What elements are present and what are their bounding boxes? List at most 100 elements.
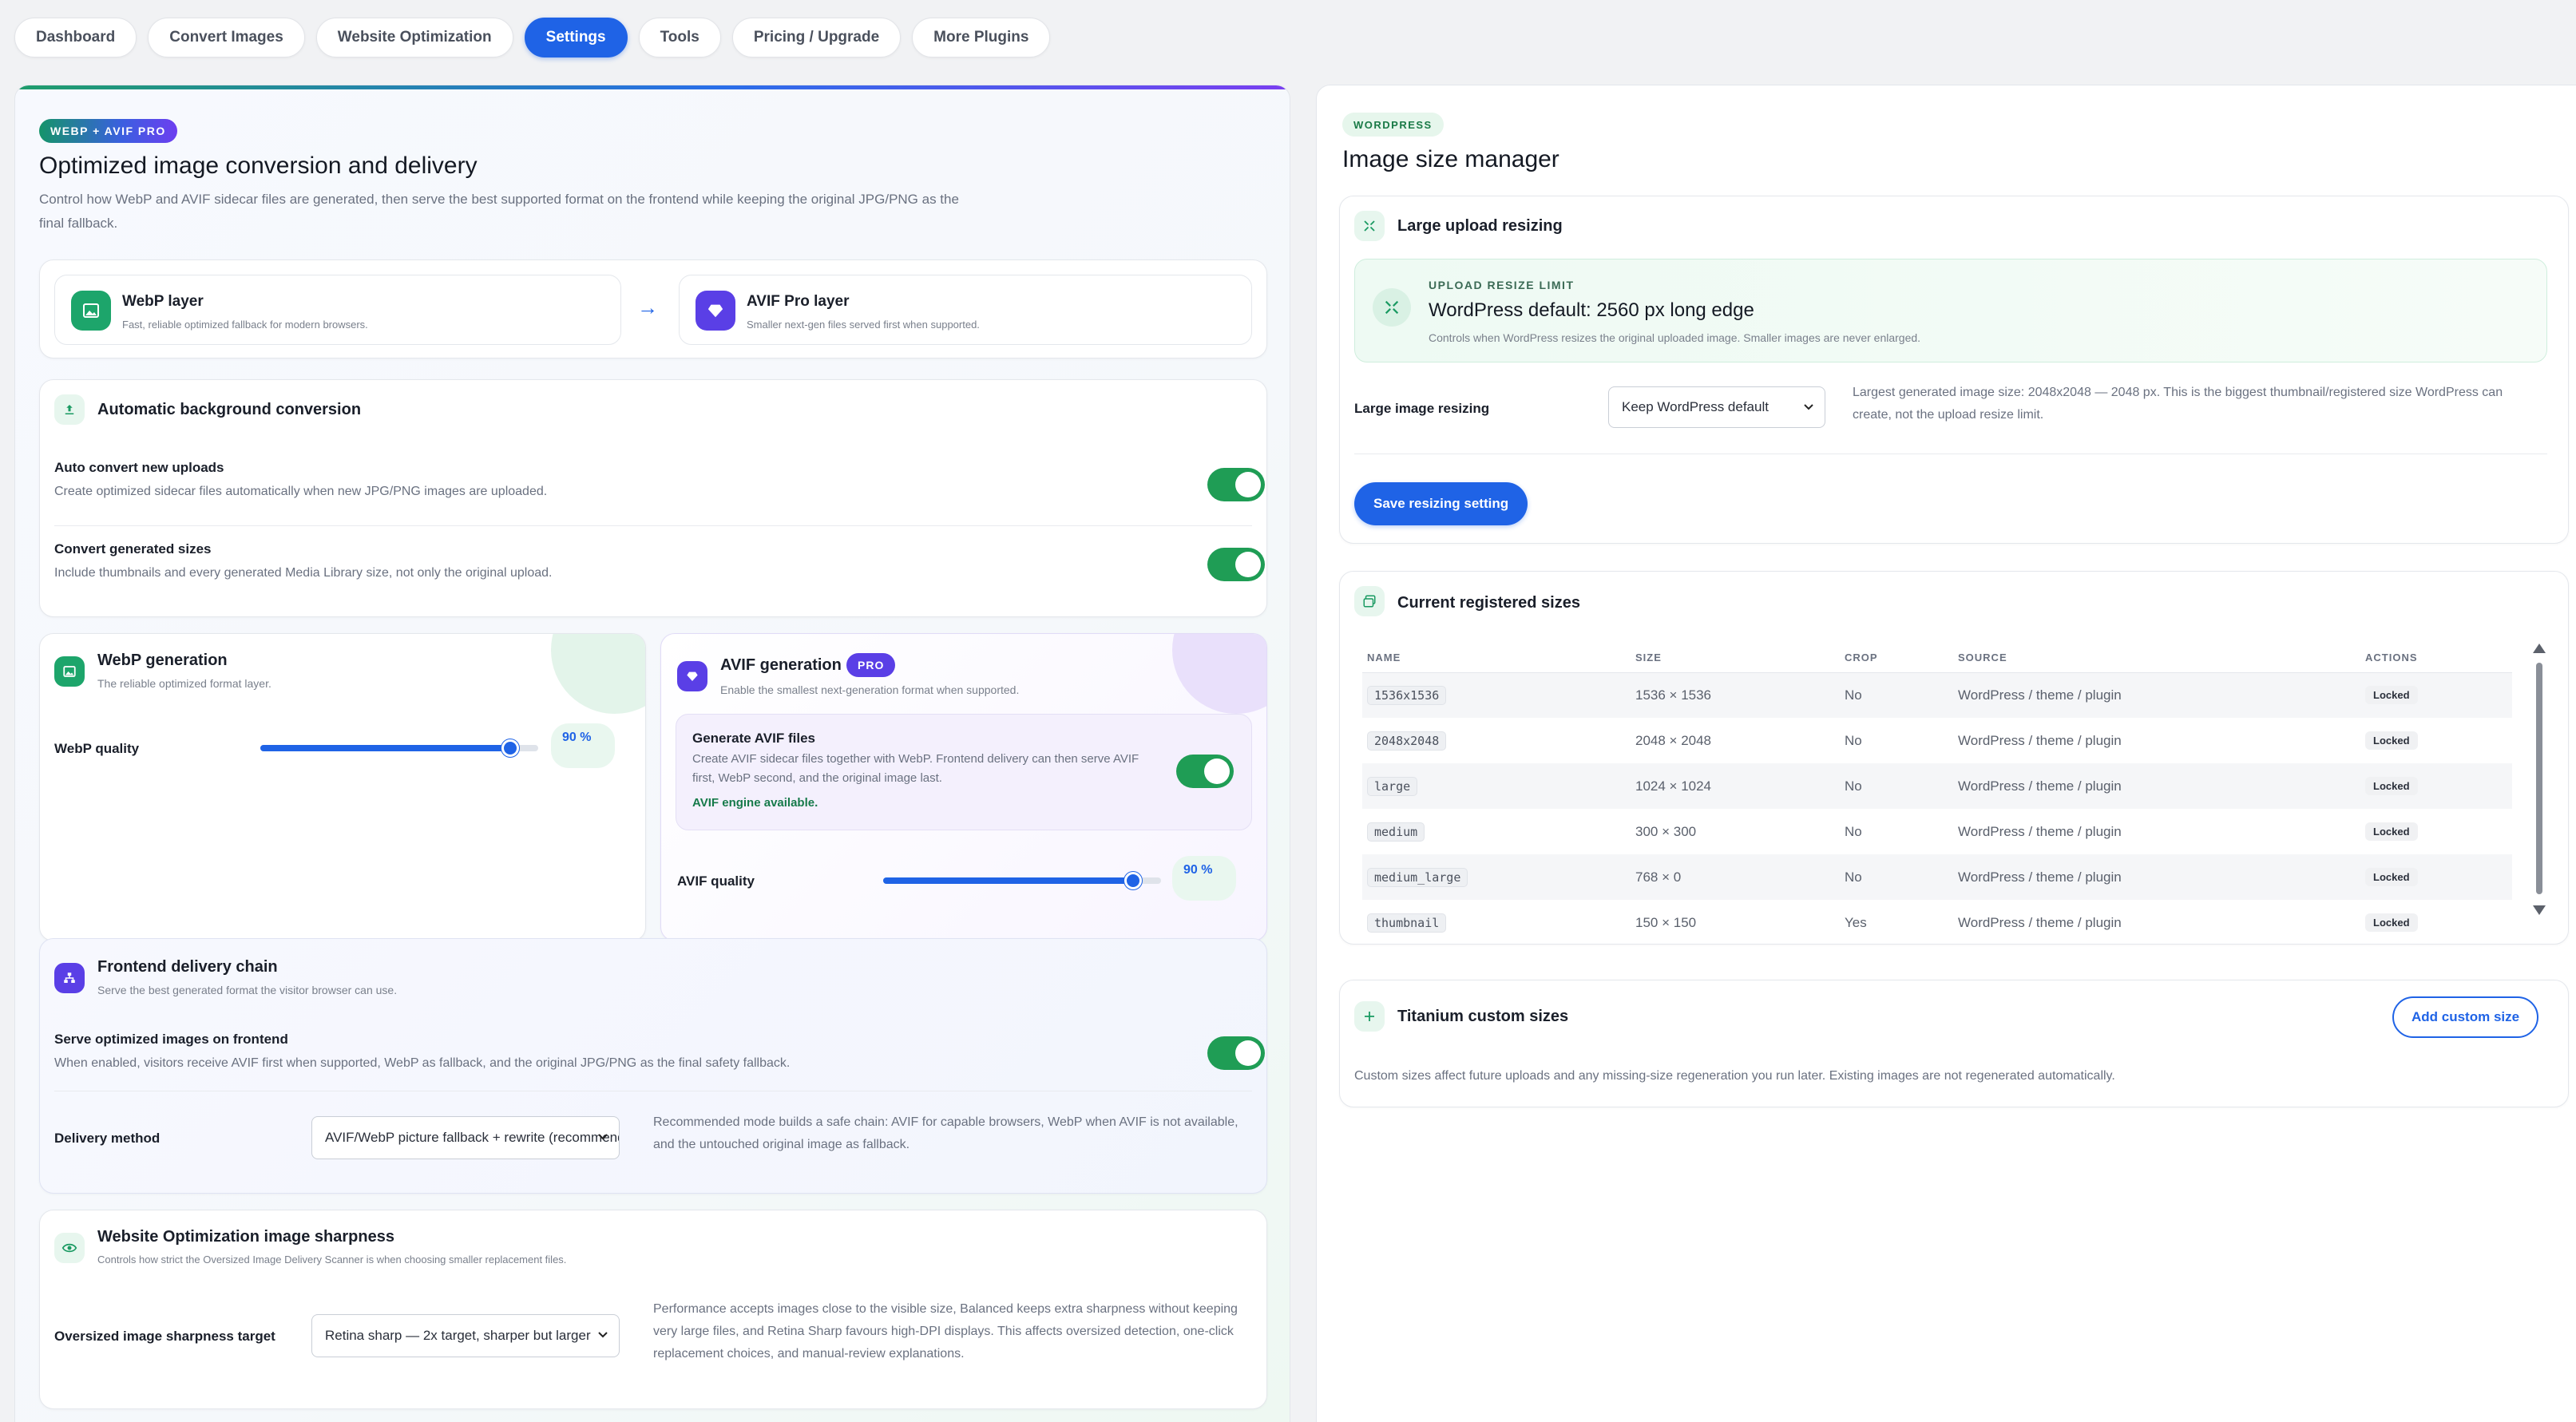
table-row: thumbnail 150 × 150 Yes WordPress / them…: [1362, 900, 2512, 945]
pro-badge: PRO: [846, 653, 896, 677]
avif-files-toggle[interactable]: [1176, 755, 1234, 788]
custom-sizes-card: Titanium custom sizes Add custom size Cu…: [1339, 980, 2569, 1107]
auto-conversion-card: Automatic background conversion Auto con…: [39, 379, 1267, 617]
tab-tools[interactable]: Tools: [638, 18, 721, 57]
sharpness-target-help: Performance accepts images close to the …: [653, 1302, 1238, 1361]
avif-generation-card: AVIF generation PRO Enable the smallest …: [660, 633, 1267, 941]
webp-generation-card: WebP generation The reliable optimized f…: [39, 633, 646, 941]
webp-avif-pro-badge: WEBP + AVIF PRO: [39, 119, 177, 143]
table-row: medium_large 768 × 0 No WordPress / them…: [1362, 854, 2512, 900]
scrollbar-thumb[interactable]: [2536, 663, 2542, 894]
image-icon: [71, 291, 111, 331]
column-actions: ACTIONS: [2360, 644, 2512, 673]
sharpness-target-select[interactable]: Retina sharp — 2x target, sharper but la…: [311, 1314, 620, 1357]
avif-generation-subtitle: Enable the smallest next-generation form…: [720, 683, 1020, 696]
size-dimensions: 150 × 150: [1635, 914, 1697, 930]
convert-sizes-toggle[interactable]: [1207, 548, 1265, 581]
size-name: large: [1367, 776, 1418, 796]
webp-quality-fill: [260, 745, 511, 751]
sharpness-title: Website Optimization image sharpness: [97, 1228, 394, 1246]
webp-layer-desc: Fast, reliable optimized fallback for mo…: [122, 319, 368, 331]
avif-engine-status: AVIF engine available.: [692, 796, 818, 810]
custom-sizes-help: Custom sizes affect future uploads and a…: [1354, 1069, 2115, 1083]
size-dimensions: 1536 × 1536: [1631, 672, 1840, 718]
tab-convert-images[interactable]: Convert Images: [148, 18, 305, 57]
webp-quality-slider[interactable]: [260, 739, 538, 757]
delivery-method-help: Recommended mode builds a safe chain: AV…: [653, 1115, 1238, 1151]
chevron-down-icon: [596, 1328, 609, 1341]
sharpness-target-label: Oversized image sharpness target: [54, 1329, 275, 1344]
large-resizing-select[interactable]: Keep WordPress default: [1608, 386, 1825, 428]
webp-generation-title: WebP generation: [97, 652, 228, 669]
scroll-up-icon[interactable]: [2533, 644, 2546, 653]
decor-circle: [1172, 634, 1266, 714]
avif-quality-knob[interactable]: [1124, 872, 1143, 889]
size-source: WordPress / theme / plugin: [1958, 823, 2122, 839]
page-description: Control how WebP and AVIF sidecar files …: [39, 192, 959, 231]
delivery-method-select[interactable]: AVIF/WebP picture fallback + rewrite (re…: [311, 1116, 620, 1159]
avif-generation-title: AVIF generation: [720, 656, 842, 674]
size-source: WordPress / theme / plugin: [1958, 914, 2122, 930]
table-row: medium 300 × 300 No WordPress / theme / …: [1362, 809, 2512, 854]
add-custom-size-button[interactable]: Add custom size: [2392, 996, 2539, 1038]
serve-optimized-toggle[interactable]: [1207, 1036, 1265, 1070]
locked-badge: Locked: [2365, 913, 2418, 932]
upload-limit-value: WordPress default: 2560 px long edge: [1429, 299, 1754, 321]
size-name: medium: [1367, 822, 1425, 842]
webp-quality-label: WebP quality: [54, 741, 140, 756]
webp-quality-value: 90 %: [551, 723, 615, 768]
resize-icon: [1373, 288, 1411, 327]
save-resizing-button[interactable]: Save resizing setting: [1354, 482, 1528, 525]
size-crop: No: [1840, 672, 1953, 718]
image-size-manager-title: Image size manager: [1342, 146, 1559, 172]
conversion-panel: WEBP + AVIF PRO Optimized image conversi…: [14, 85, 1290, 1422]
webp-layer-title: WebP layer: [122, 293, 204, 310]
tab-settings[interactable]: Settings: [524, 18, 628, 57]
tab-more-plugins[interactable]: More Plugins: [912, 18, 1051, 57]
divider: [54, 525, 1252, 526]
table-scrollbar[interactable]: [2533, 644, 2546, 915]
auto-convert-help: Create optimized sidecar files automatic…: [54, 485, 548, 498]
chevron-down-icon: [1802, 400, 1815, 413]
upload-limit-kicker: UPLOAD RESIZE LIMIT: [1429, 279, 1575, 291]
table-header-row: NAME SIZE CROP SOURCE ACTIONS: [1362, 644, 2512, 673]
large-resizing-help: Largest generated image size: 2048x2048 …: [1853, 386, 2503, 422]
delivery-chain-subtitle: Serve the best generated format the visi…: [97, 984, 398, 996]
delivery-chain-title: Frontend delivery chain: [97, 958, 278, 976]
scroll-down-icon[interactable]: [2533, 905, 2546, 915]
upload-limit-box: UPLOAD RESIZE LIMIT WordPress default: 2…: [1354, 259, 2547, 362]
delivery-method-label: Delivery method: [54, 1131, 161, 1146]
sharpness-subtitle: Controls how strict the Oversized Image …: [97, 1254, 567, 1266]
arrow-right-icon: →: [637, 295, 658, 319]
registered-sizes-title: Current registered sizes: [1397, 594, 1580, 612]
size-name: 1536x1536: [1367, 685, 1447, 705]
avif-files-label: Generate AVIF files: [692, 731, 815, 746]
delivery-chain-card: Frontend delivery chain Serve the best g…: [39, 938, 1267, 1194]
column-crop: CROP: [1840, 644, 1953, 673]
tab-pricing-upgrade[interactable]: Pricing / Upgrade: [731, 18, 902, 57]
column-name: NAME: [1362, 644, 1631, 673]
avif-quality-label: AVIF quality: [677, 873, 755, 889]
table-row: 2048x2048 2048 × 2048 No WordPress / the…: [1362, 718, 2512, 763]
column-size: SIZE: [1631, 644, 1840, 673]
avif-quality-value: 90 %: [1172, 856, 1236, 901]
convert-sizes-help: Include thumbnails and every generated M…: [54, 566, 553, 580]
webp-quality-knob[interactable]: [501, 739, 520, 757]
tab-dashboard[interactable]: Dashboard: [14, 18, 137, 57]
size-dimensions: 2048 × 2048: [1635, 732, 1712, 748]
images-icon: [1354, 586, 1385, 616]
size-source: WordPress / theme / plugin: [1953, 763, 2360, 809]
size-crop: No: [1845, 732, 1862, 748]
locked-badge: Locked: [2365, 868, 2418, 886]
avif-quality-slider[interactable]: [883, 872, 1161, 889]
delivery-method-value: AVIF/WebP picture fallback + rewrite (re…: [325, 1130, 620, 1145]
avif-layer-box: AVIF Pro layer Smaller next-gen files se…: [679, 275, 1252, 345]
auto-convert-toggle[interactable]: [1207, 468, 1265, 501]
registered-sizes-table: NAME SIZE CROP SOURCE ACTIONS 1536x1536 …: [1362, 644, 2512, 945]
page-title: Optimized image conversion and delivery: [39, 152, 478, 179]
size-name: thumbnail: [1367, 913, 1447, 933]
tab-website-optimization[interactable]: Website Optimization: [315, 18, 513, 57]
plus-icon: [1354, 1001, 1385, 1032]
serve-optimized-label: Serve optimized images on frontend: [54, 1032, 288, 1047]
size-crop: No: [1845, 823, 1862, 839]
